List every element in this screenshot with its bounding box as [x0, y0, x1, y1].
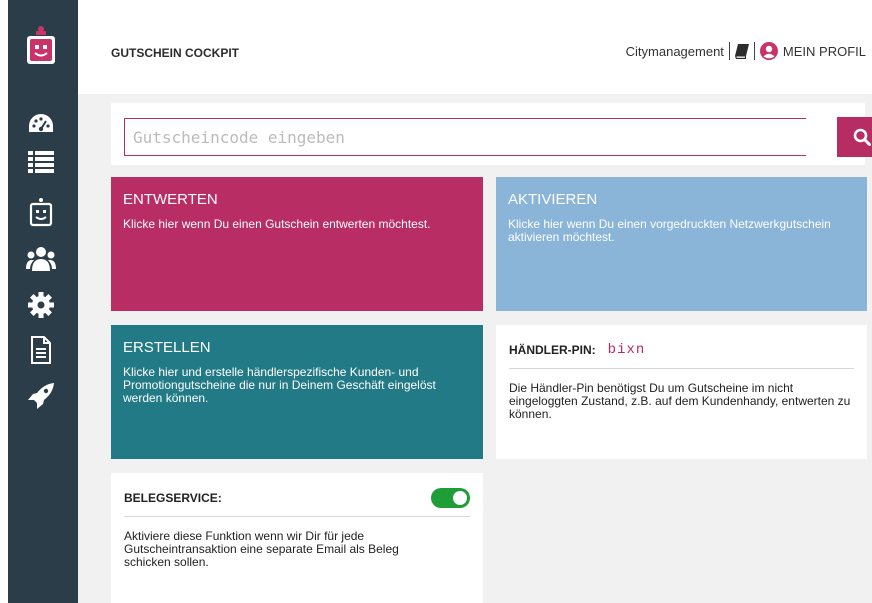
voucher-icon[interactable] — [23, 196, 59, 228]
entwerten-tile[interactable]: ENTWERTEN Klicke hier wenn Du einen Guts… — [111, 177, 483, 311]
divider — [509, 368, 854, 369]
book-icon[interactable] — [734, 43, 749, 59]
document-icon[interactable] — [23, 334, 59, 366]
sidebar — [8, 0, 78, 603]
tile-title: AKTIVIEREN — [508, 191, 598, 208]
toggle-knob — [453, 491, 467, 505]
profile-menu[interactable]: MEIN PROFIL — [759, 42, 866, 60]
app: GUTSCHEIN COCKPIT Citymanagement MEIN PR… — [0, 0, 872, 603]
header-right: Citymanagement MEIN PROFIL — [626, 42, 866, 60]
citymanagement-link[interactable]: Citymanagement — [626, 44, 724, 59]
erstellen-tile[interactable]: ERSTELLEN Klicke hier und erstelle händl… — [111, 325, 483, 459]
receipt-service-header: BELEGSERVICE: — [124, 487, 470, 509]
profile-label: MEIN PROFIL — [782, 43, 866, 59]
tile-title: ERSTELLEN — [123, 339, 211, 356]
receipt-service-description: Aktiviere diese Funktion wenn wir Dir fü… — [124, 529, 399, 569]
voucher-robot-logo-icon[interactable] — [23, 24, 59, 68]
rocket-icon[interactable] — [23, 380, 59, 412]
tile-text: Klicke hier wenn Du einen Gutschein entw… — [123, 217, 431, 231]
receipt-service-card: BELEGSERVICE: Aktiviere diese Funktion w… — [111, 473, 483, 603]
receipt-service-toggle[interactable] — [431, 488, 470, 508]
top-bar: GUTSCHEIN COCKPIT Citymanagement MEIN PR… — [78, 0, 872, 94]
search-button[interactable] — [837, 117, 872, 157]
users-icon[interactable] — [23, 243, 59, 275]
pin-value: bixn — [607, 342, 646, 358]
dashboard-icon[interactable] — [23, 108, 59, 140]
pin-header: HÄNDLER-PIN: bixn — [509, 339, 854, 361]
user-avatar-icon — [759, 42, 778, 60]
receipt-service-label: BELEGSERVICE: — [124, 491, 222, 505]
pin-description: Die Händler-Pin benötigst Du um Gutschei… — [509, 381, 851, 421]
search-icon — [853, 128, 871, 146]
merchant-pin-card: HÄNDLER-PIN: bixn Die Händler-Pin benöti… — [496, 325, 867, 459]
divider — [124, 516, 470, 517]
page-title: GUTSCHEIN COCKPIT — [111, 46, 240, 60]
tile-text: Klicke hier wenn Du einen vorgedruckten … — [508, 217, 831, 244]
tile-title: ENTWERTEN — [123, 191, 218, 208]
search-card — [111, 103, 872, 165]
voucher-code-input[interactable] — [124, 118, 806, 156]
aktivieren-tile[interactable]: AKTIVIEREN Klicke hier wenn Du einen vor… — [496, 177, 867, 311]
main-content: ENTWERTEN Klicke hier wenn Du einen Guts… — [78, 94, 872, 603]
tile-text: Klicke hier und erstelle händlerspezifis… — [123, 365, 436, 405]
pin-label: HÄNDLER-PIN: — [509, 343, 596, 357]
gear-icon[interactable] — [23, 289, 59, 321]
divider — [753, 42, 755, 60]
list-icon[interactable] — [23, 145, 59, 177]
divider — [728, 42, 730, 60]
